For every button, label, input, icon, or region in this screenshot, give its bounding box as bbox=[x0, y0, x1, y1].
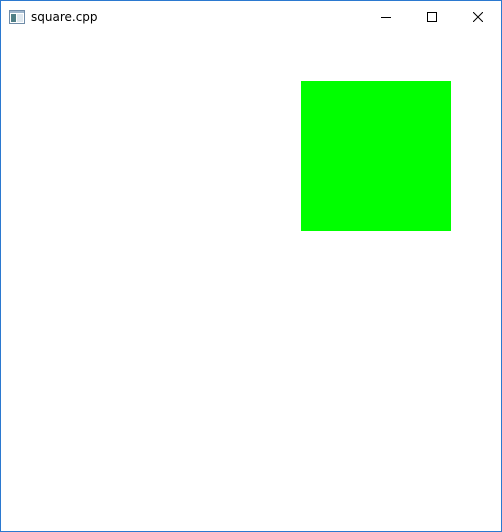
close-icon bbox=[473, 11, 483, 22]
drawing-canvas bbox=[1, 32, 501, 531]
app-window-icon[interactable] bbox=[9, 9, 25, 24]
minimize-button[interactable] bbox=[363, 1, 409, 32]
window-title: square.cpp bbox=[31, 10, 98, 24]
maximize-button[interactable] bbox=[409, 1, 455, 32]
title-bar[interactable]: square.cpp bbox=[1, 1, 501, 32]
green-square bbox=[301, 81, 451, 231]
app-window: square.cpp bbox=[0, 0, 502, 532]
close-button[interactable] bbox=[455, 1, 501, 32]
maximize-icon bbox=[427, 11, 437, 22]
minimize-icon bbox=[381, 12, 391, 22]
